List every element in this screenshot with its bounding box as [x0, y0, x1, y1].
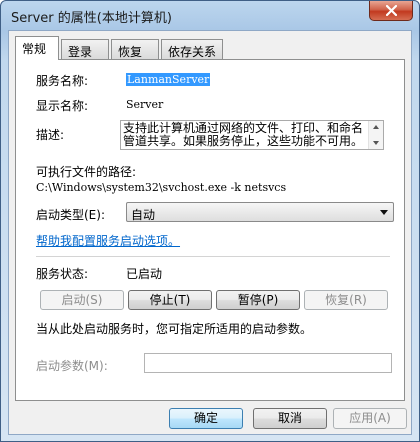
- tab-general[interactable]: 常规: [15, 36, 59, 60]
- scroll-up-icon[interactable]: [373, 125, 379, 129]
- start-params-label: 启动参数(M):: [36, 359, 108, 373]
- description-text: 支持此计算机通过网络的文件、打印、和命名管道共享。如果服务停止，这些功能不可用。: [123, 121, 364, 148]
- start-button[interactable]: 启动(S): [40, 290, 124, 310]
- divider: [36, 256, 390, 258]
- apply-button[interactable]: 应用(A): [333, 408, 407, 429]
- properties-window: Server 的属性(本地计算机) 常规 登录 恢复 依存关系 服务名称: La…: [0, 0, 420, 442]
- startup-type-label: 启动类型(E):: [36, 208, 105, 222]
- startup-type-value: 自动: [131, 208, 156, 222]
- description-box[interactable]: 支持此计算机通过网络的文件、打印、和命名管道共享。如果服务停止，这些功能不可用。: [120, 120, 384, 150]
- display-name-label: 显示名称:: [36, 99, 89, 113]
- description-scrollbar[interactable]: [368, 121, 383, 149]
- tab-recovery[interactable]: 恢复: [111, 39, 159, 59]
- general-panel: 服务名称: LanmanServer 显示名称: Server 描述: 支持此计…: [15, 59, 405, 401]
- start-params-hint: 当从此处启动服务时，您可指定所适用的启动参数。: [36, 322, 313, 336]
- start-params-input[interactable]: [144, 353, 392, 373]
- chevron-down-icon: [380, 210, 388, 215]
- stop-button[interactable]: 停止(T): [128, 290, 212, 310]
- cancel-button[interactable]: 取消: [253, 408, 327, 429]
- title-bar[interactable]: Server 的属性(本地计算机): [1, 1, 419, 29]
- service-name-value[interactable]: LanmanServer: [126, 73, 211, 86]
- scroll-down-icon[interactable]: [373, 141, 379, 145]
- description-label: 描述:: [36, 128, 65, 142]
- service-status-label: 服务状态:: [36, 267, 89, 281]
- startup-type-select[interactable]: 自动: [126, 202, 394, 222]
- service-status-value: 已启动: [126, 267, 163, 281]
- display-name-value[interactable]: Server: [126, 98, 163, 111]
- resume-button[interactable]: 恢复(R): [304, 290, 388, 310]
- close-button[interactable]: [369, 1, 413, 21]
- window-title: Server 的属性(本地计算机): [11, 11, 172, 26]
- ok-button[interactable]: 确定: [169, 408, 243, 429]
- tab-dependencies[interactable]: 依存关系: [161, 39, 223, 59]
- close-icon: [386, 5, 397, 16]
- help-link[interactable]: 帮助我配置服务启动选项。: [36, 232, 180, 249]
- tab-logon[interactable]: 登录: [61, 39, 109, 59]
- service-name-label: 服务名称:: [36, 74, 89, 88]
- exe-path-value[interactable]: C:\Windows\system32\svchost.exe -k netsv…: [36, 181, 286, 194]
- pause-button[interactable]: 暂停(P): [216, 290, 300, 310]
- dialog-body: 常规 登录 恢复 依存关系 服务名称: LanmanServer 显示名称: S…: [8, 30, 412, 435]
- exe-path-label: 可执行文件的路径:: [36, 165, 137, 179]
- service-name-value-wrap[interactable]: LanmanServer: [126, 73, 211, 86]
